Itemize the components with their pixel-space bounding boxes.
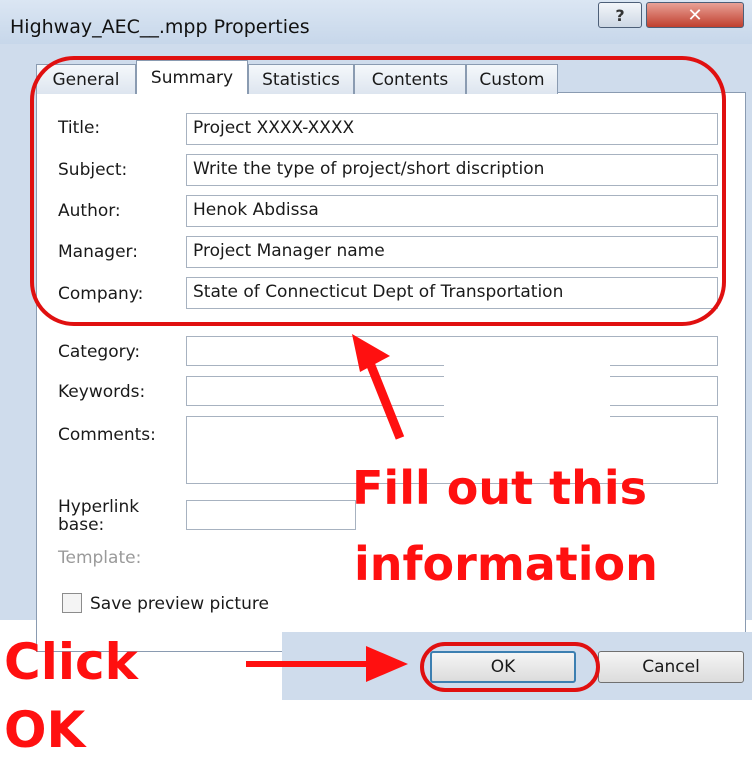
annotation-fill-line1: Fill out this — [352, 461, 647, 515]
help-button[interactable]: ? — [598, 2, 642, 28]
keywords-label: Keywords: — [58, 382, 146, 402]
annotation-oval-ok — [420, 642, 600, 692]
annotation-arrow-up-icon — [352, 334, 405, 440]
category-label: Category: — [58, 342, 141, 362]
comments-label: Comments: — [58, 425, 156, 445]
annotation-oval-fields — [30, 56, 726, 326]
close-button[interactable]: ✕ — [646, 2, 744, 28]
cancel-button[interactable]: Cancel — [598, 651, 744, 683]
annotation-backdrop — [444, 348, 610, 430]
annotation-fill-line2: information — [354, 537, 658, 591]
annotation-arrow-right-icon — [246, 646, 408, 682]
template-label: Template: — [58, 548, 142, 568]
annotation-click-line1: Click — [4, 633, 138, 691]
hyperlink-base-field[interactable] — [186, 500, 356, 530]
help-icon: ? — [615, 5, 625, 25]
annotation-click-line2: OK — [4, 701, 86, 759]
hyperlink-label-line1: Hyperlink — [58, 497, 140, 517]
title-bar[interactable]: Highway_AEC__.mpp Properties ? ✕ — [0, 0, 752, 44]
hyperlink-label-line2: base: — [58, 515, 105, 535]
save-preview-label: Save preview picture — [90, 594, 269, 614]
save-preview-checkbox[interactable] — [62, 593, 82, 613]
close-icon: ✕ — [687, 4, 703, 26]
hyperlink-base-label: Hyperlink base: — [58, 498, 139, 534]
dialog-title: Highway_AEC__.mpp Properties — [10, 16, 310, 38]
